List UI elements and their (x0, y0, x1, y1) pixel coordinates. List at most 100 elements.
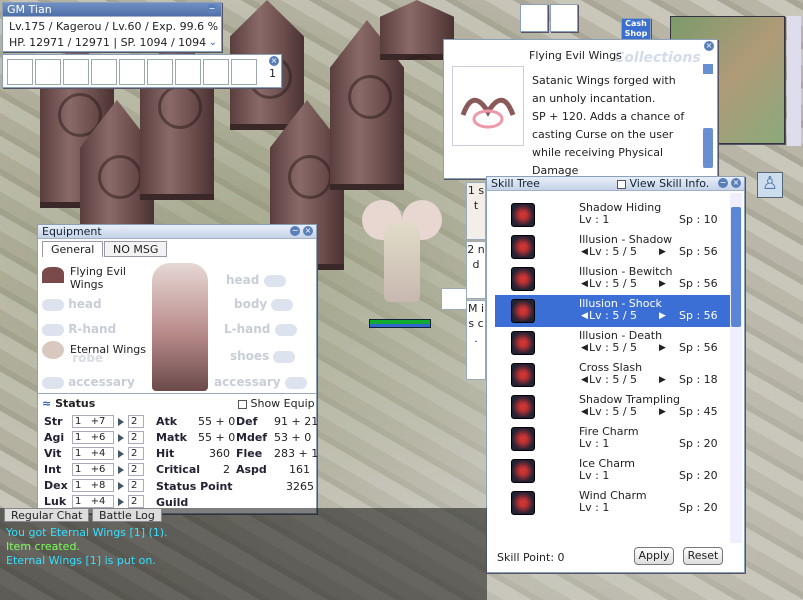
close-icon[interactable]: × (303, 226, 313, 236)
skill-entry[interactable]: Illusion - Bewitch ◀ ▶ Lv : 5 / 5 Sp : 56 (495, 263, 730, 295)
level-up-icon[interactable]: ▶ (659, 343, 666, 353)
skill-entry[interactable]: Ice Charm Lv : 1 Sp : 20 (495, 455, 730, 487)
skill-tab-1st[interactable]: 1 s t (466, 182, 486, 240)
level-down-icon[interactable]: ◀ (581, 311, 588, 321)
tab-battle-log[interactable]: Battle Log (92, 508, 162, 522)
minimize-icon[interactable]: − (718, 178, 728, 188)
player-character[interactable] (362, 200, 442, 310)
hotkey-slot[interactable] (231, 59, 257, 85)
level-up-icon[interactable]: ▶ (659, 247, 666, 257)
scroll-thumb[interactable] (731, 207, 741, 327)
chat-window[interactable]: Regular Chat Battle Log You got Eternal … (0, 508, 487, 600)
slot-accessory-right[interactable]: accessary (214, 375, 307, 389)
skill-tree-titlebar[interactable]: Skill Tree View Skill Info. − × (487, 177, 744, 191)
apply-button[interactable]: Apply (634, 547, 674, 565)
skill-entry[interactable]: Illusion - Shock ◀ ▶ Lv : 5 / 5 Sp : 56 (495, 295, 730, 327)
hotkey-slot[interactable] (175, 59, 201, 85)
hotkey-slot[interactable] (119, 59, 145, 85)
close-icon[interactable]: × (731, 178, 741, 188)
slot-accessory-left[interactable]: accessary (42, 375, 135, 389)
close-icon[interactable]: × (269, 56, 279, 66)
level-up-icon[interactable]: ▶ (659, 311, 666, 321)
stat-raise-icon[interactable] (118, 418, 124, 426)
status-point-label: Status Point (156, 480, 233, 493)
stat-raise-icon[interactable] (118, 466, 124, 474)
skill-tab-misc[interactable]: M i s c . (466, 300, 486, 380)
stat-cost-box: 2 (128, 447, 144, 460)
scroll-up-icon[interactable] (703, 64, 713, 74)
skill-entry[interactable]: Fire Charm Lv : 1 Sp : 20 (495, 423, 730, 455)
hotkey-slot[interactable] (91, 59, 117, 85)
collapse-icon[interactable]: ≈ (42, 397, 51, 410)
level-up-icon[interactable]: ▶ (659, 279, 666, 289)
sit-icon[interactable]: ♙ (757, 172, 783, 198)
stat-raise-icon[interactable] (118, 434, 124, 442)
skill-entry[interactable]: Cross Slash ◀ ▶ Lv : 5 / 5 Sp : 18 (495, 359, 730, 391)
slot-l-hand[interactable]: L-hand (224, 322, 297, 336)
equipped-garment-name[interactable]: Flying Evil Wings (70, 265, 150, 291)
skill-sp-cost: Sp : 10 (679, 213, 718, 226)
tab-regular-chat[interactable]: Regular Chat (4, 508, 90, 522)
top-slot-2[interactable] (550, 4, 578, 32)
hotkey-slot[interactable] (35, 59, 61, 85)
level-up-icon[interactable]: ▶ (659, 375, 666, 385)
tab-general[interactable]: General (42, 241, 104, 257)
skill-scrollbar[interactable] (730, 193, 742, 543)
minimize-icon[interactable]: − (207, 4, 217, 14)
basic-info-titlebar[interactable]: GM Tian − (3, 3, 221, 17)
tab-no-msg[interactable]: NO MSG (104, 241, 168, 257)
level-down-icon[interactable]: ◀ (581, 375, 588, 385)
hotkey-slot[interactable] (63, 59, 89, 85)
combat-label: Matk (156, 431, 187, 444)
skill-entry[interactable]: Shadow Trampling ◀ ▶ Lv : 5 / 5 Sp : 45 (495, 391, 730, 423)
stat-raise-icon[interactable] (118, 498, 124, 506)
hotkey-slot[interactable] (147, 59, 173, 85)
status-point-value: 3265 (286, 480, 314, 493)
level-down-icon[interactable]: ◀ (581, 247, 588, 257)
skill-tree-window[interactable]: Skill Tree View Skill Info. − × Shadow H… (486, 176, 745, 573)
level-down-icon[interactable]: ◀ (581, 343, 588, 353)
skill-sp-cost: Sp : 20 (679, 437, 718, 450)
slot-body[interactable]: body (234, 297, 294, 311)
level-down-icon[interactable]: ◀ (581, 279, 588, 289)
basic-info-window[interactable]: GM Tian − Lv.175 / Kagerou / Lv.60 / Exp… (2, 2, 222, 52)
close-icon[interactable]: × (704, 41, 714, 51)
minimap-side-icons[interactable] (787, 16, 801, 146)
slot-head-left[interactable]: head (42, 297, 102, 311)
slot-shoes[interactable]: shoes (230, 349, 296, 363)
view-skill-info-checkbox[interactable]: View Skill Info. (617, 177, 709, 191)
item-description-window[interactable]: Collections Flying Evil Wings × Satanic … (443, 39, 718, 179)
skill-entry[interactable]: Wind Charm Lv : 1 Sp : 20 (495, 487, 730, 519)
hotkey-slot[interactable] (203, 59, 229, 85)
show-equip-checkbox[interactable]: Show Equip (238, 397, 315, 410)
character-hp-bar (369, 319, 431, 328)
slot-robe[interactable]: robe (42, 351, 103, 365)
slot-head-right[interactable]: head (226, 273, 286, 287)
character-name: GM Tian (7, 3, 52, 16)
skill-entry[interactable]: Illusion - Shadow ◀ ▶ Lv : 5 / 5 Sp : 56 (495, 231, 730, 263)
equipment-titlebar[interactable]: Equipment − × (38, 225, 316, 239)
stat-raise-icon[interactable] (118, 450, 124, 458)
combat-label: Atk (156, 415, 178, 428)
skill-tab-2nd[interactable]: 2 n d (466, 241, 486, 299)
scroll-thumb[interactable] (703, 128, 713, 168)
chat-message: Item created. (6, 540, 80, 553)
cash-shop-button[interactable]: Cash Shop (621, 18, 651, 40)
status-toggle[interactable]: ≈ Status (42, 397, 95, 410)
equipment-window[interactable]: Equipment − × General NO MSG Flying Evil… (37, 224, 318, 514)
skill-entry[interactable]: Illusion - Death ◀ ▶ Lv : 5 / 5 Sp : 56 (495, 327, 730, 359)
combat-value: 55 + 0 (198, 415, 236, 428)
quest-icon[interactable] (441, 288, 467, 310)
level-down-icon[interactable]: ◀ (581, 407, 588, 417)
chat-message: Eternal Wings [1] is put on. (6, 554, 156, 567)
hotkey-slot[interactable] (7, 59, 33, 85)
hotkey-bar[interactable]: 1 × (2, 54, 282, 88)
top-slot-1[interactable] (520, 4, 548, 32)
level-up-icon[interactable]: ▶ (659, 407, 666, 417)
stat-raise-icon[interactable] (118, 482, 124, 490)
reset-button[interactable]: Reset (683, 547, 723, 565)
minimize-icon[interactable]: − (290, 226, 300, 236)
expand-icon[interactable]: ⌄ (209, 37, 217, 48)
skill-entry[interactable]: Shadow Hiding Lv : 1 Sp : 10 (495, 199, 730, 231)
slot-r-hand[interactable]: R-hand (42, 322, 116, 336)
